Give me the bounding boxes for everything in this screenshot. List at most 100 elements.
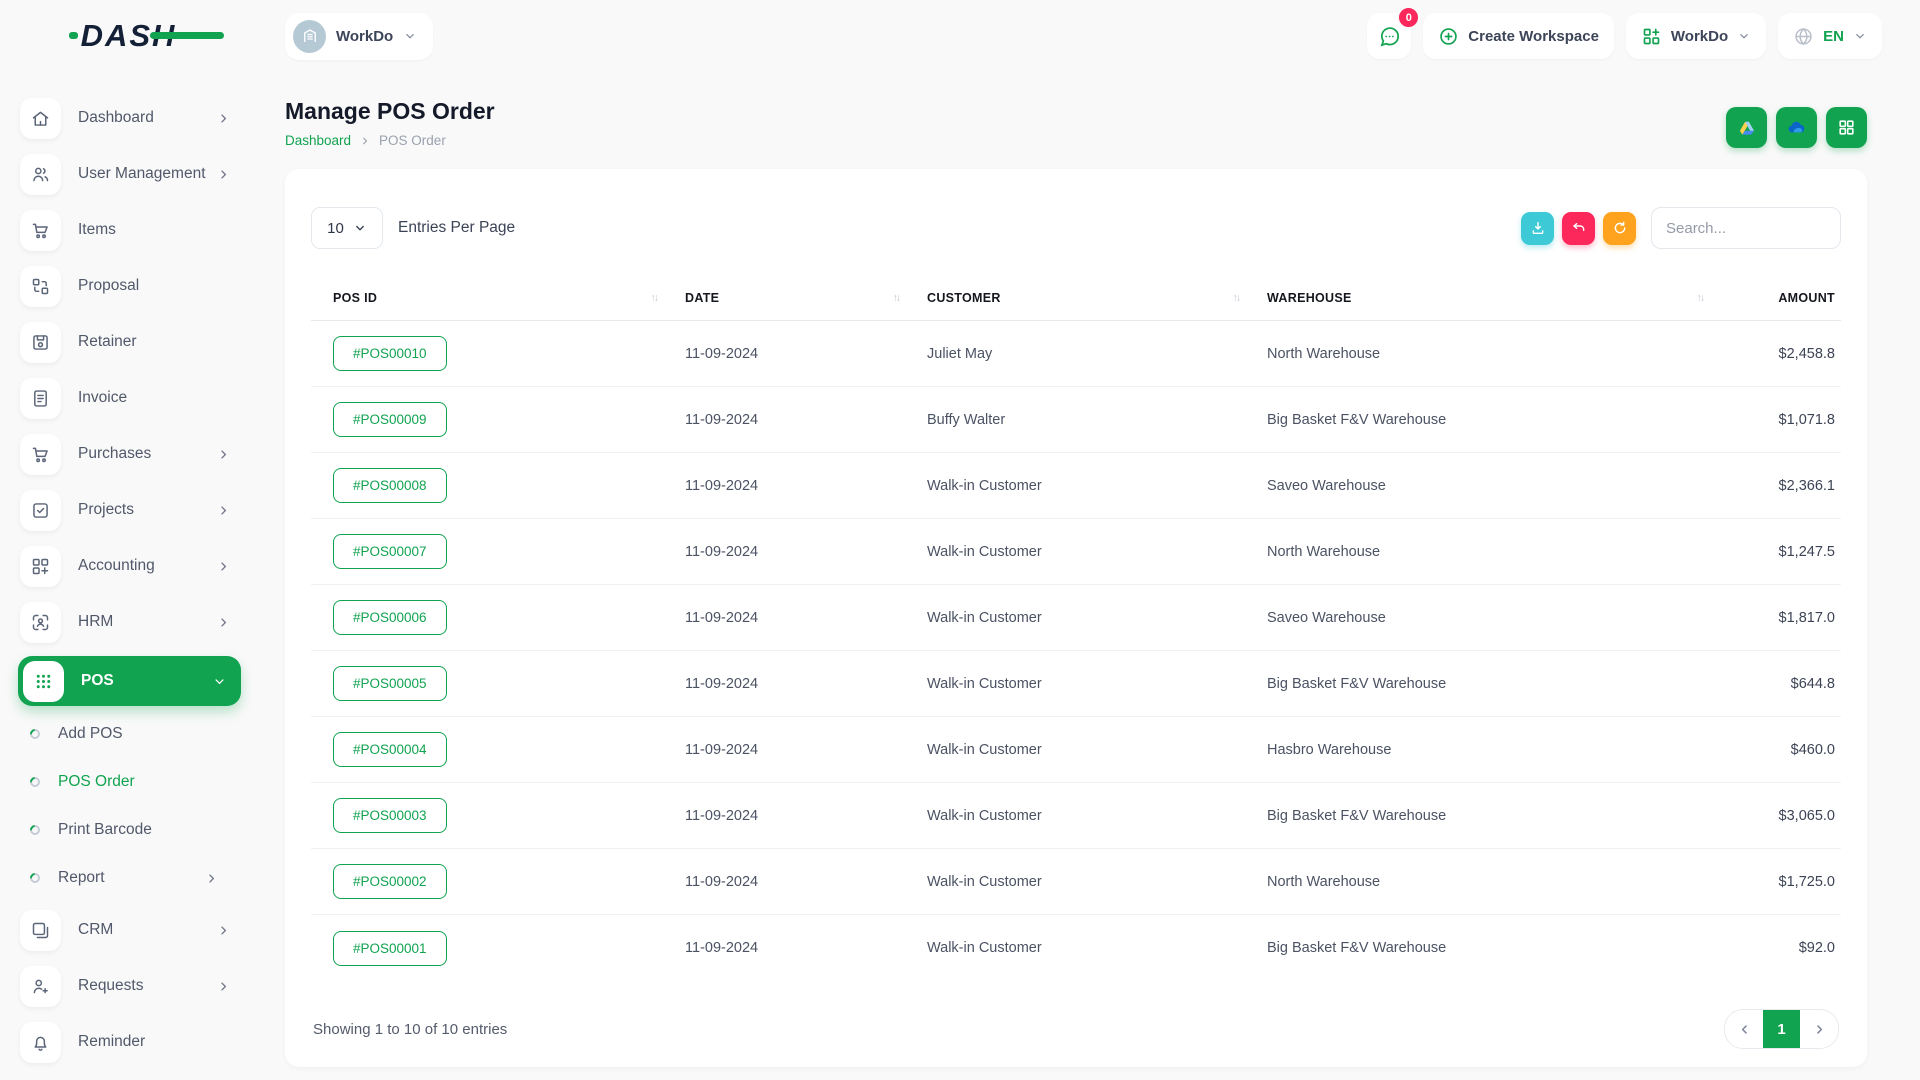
sidebar-item-purchases[interactable]: Purchases <box>18 432 241 476</box>
cell-warehouse: Hasbro Warehouse <box>1267 742 1731 758</box>
sidebar-item-label: User Management <box>78 165 216 183</box>
sidebar-subitem-print-barcode[interactable]: Print Barcode <box>30 812 241 848</box>
sidebar-item-dashboard[interactable]: Dashboard <box>18 96 241 140</box>
cell-date: 11-09-2024 <box>685 742 927 758</box>
pos-id-link[interactable]: #POS00008 <box>333 468 447 503</box>
cell-amount: $2,458.8 <box>1731 346 1841 362</box>
pos-id-link[interactable]: #POS00004 <box>333 732 447 767</box>
sidebar-item-label: Retainer <box>78 333 231 351</box>
cell-amount: $1,817.0 <box>1731 610 1841 626</box>
sidebar-subitem-add-pos[interactable]: Add POS <box>30 716 241 752</box>
sidebar-item-pos[interactable]: POS <box>18 656 241 706</box>
pagination-page-1[interactable]: 1 <box>1763 1010 1800 1048</box>
undo-icon <box>1571 220 1587 236</box>
sidebar-item-label: Purchases <box>78 445 216 463</box>
app-logo[interactable]: DASH <box>81 18 177 54</box>
onedrive-button[interactable] <box>1776 107 1817 148</box>
sort-icon[interactable]: ↑↓ <box>893 292 900 304</box>
refresh-button[interactable] <box>1603 212 1636 245</box>
cell-amount: $92.0 <box>1731 940 1841 956</box>
chevron-right-icon <box>216 615 231 630</box>
sidebar-item-projects[interactable]: Projects <box>18 488 241 532</box>
sidebar-item-accounting[interactable]: Accounting <box>18 544 241 588</box>
search-input[interactable] <box>1651 207 1841 249</box>
sidebar-item-retainer[interactable]: Retainer <box>18 320 241 364</box>
sidebar: Dashboard User Management Items Proposal Ret… <box>0 72 257 1080</box>
sidebar-item-label: Reminder <box>78 1033 231 1051</box>
sidebar-subitem-pos-order[interactable]: POS Order <box>30 764 241 800</box>
workspace-avatar <box>293 20 326 53</box>
grid-view-button[interactable] <box>1826 107 1867 148</box>
page-title: Manage POS Order <box>285 98 495 125</box>
table-header-row: POS ID ↑↓ DATE ↑↓ CUSTOMER ↑↓ WAREHOUSE … <box>311 275 1841 321</box>
pos-id-link[interactable]: #POS00007 <box>333 534 447 569</box>
pos-id-link[interactable]: #POS00003 <box>333 798 447 833</box>
chevron-left-icon <box>1737 1022 1752 1037</box>
language-selector[interactable]: EN <box>1778 13 1882 59</box>
create-workspace-button[interactable]: Create Workspace <box>1423 13 1614 59</box>
column-header-pos-id[interactable]: POS ID ↑↓ <box>311 291 685 305</box>
cell-amount: $644.8 <box>1731 676 1841 692</box>
cell-amount: $2,366.1 <box>1731 478 1841 494</box>
sidebar-item-requests[interactable]: Requests <box>18 964 241 1008</box>
google-drive-icon <box>1737 118 1757 138</box>
google-drive-button[interactable] <box>1726 107 1767 148</box>
breadcrumb-current: POS Order <box>379 133 446 148</box>
undo-button[interactable] <box>1562 212 1595 245</box>
sidebar-item-invoice[interactable]: Invoice <box>18 376 241 420</box>
bullet-ring-icon <box>28 823 42 837</box>
workspace-selector[interactable]: WorkDo <box>285 13 433 60</box>
breadcrumb-dashboard-link[interactable]: Dashboard <box>285 133 351 148</box>
column-header-amount[interactable]: AMOUNT <box>1731 291 1841 305</box>
sidebar-nav: Dashboard User Management Items Proposal Ret… <box>18 96 241 1064</box>
cell-customer: Juliet May <box>927 346 1267 362</box>
chevron-right-icon <box>216 167 231 182</box>
column-header-customer[interactable]: CUSTOMER ↑↓ <box>927 291 1267 305</box>
cell-warehouse: North Warehouse <box>1267 544 1731 560</box>
cell-customer: Walk-in Customer <box>927 544 1267 560</box>
pos-id-link[interactable]: #POS00009 <box>333 402 447 437</box>
cell-customer: Walk-in Customer <box>927 808 1267 824</box>
sidebar-item-label: Proposal <box>78 277 231 295</box>
onedrive-icon <box>1786 117 1807 138</box>
sidebar-subitem-report[interactable]: Report <box>30 860 241 896</box>
pos-id-link[interactable]: #POS00010 <box>333 336 447 371</box>
cell-date: 11-09-2024 <box>685 478 927 494</box>
sidebar-item-user-management[interactable]: User Management <box>18 152 241 196</box>
sidebar-item-crm[interactable]: CRM <box>18 908 241 952</box>
sidebar-subitem-label: Report <box>58 869 204 887</box>
sidebar-item-hrm[interactable]: HRM <box>18 600 241 644</box>
pos-id-link[interactable]: #POS00001 <box>333 931 447 966</box>
chevron-right-icon <box>1812 1022 1827 1037</box>
cell-date: 11-09-2024 <box>685 874 927 890</box>
column-header-date[interactable]: DATE ↑↓ <box>685 291 927 305</box>
entries-per-page-select[interactable]: 10 <box>311 207 383 249</box>
sidebar-item-items[interactable]: Items <box>18 208 241 252</box>
export-download-button[interactable] <box>1521 212 1554 245</box>
workspace-menu-button[interactable]: WorkDo <box>1626 13 1766 59</box>
pagination-next-button[interactable] <box>1800 1010 1838 1048</box>
sidebar-item-proposal[interactable]: Proposal <box>18 264 241 308</box>
logo-container: DASH <box>0 18 257 54</box>
page-header: Manage POS Order Dashboard POS Order <box>285 98 1867 148</box>
table-row: #POS0000711-09-2024Walk-in CustomerNorth… <box>311 519 1841 585</box>
pos-id-link[interactable]: #POS00006 <box>333 600 447 635</box>
pagination-prev-button[interactable] <box>1725 1010 1763 1048</box>
workspace-menu-label: WorkDo <box>1671 28 1728 45</box>
cell-amount: $3,065.0 <box>1731 808 1841 824</box>
sort-icon[interactable]: ↑↓ <box>651 292 658 304</box>
messages-button[interactable]: 0 <box>1367 13 1411 59</box>
crm-icon <box>20 910 61 951</box>
pos-id-link[interactable]: #POS00005 <box>333 666 447 701</box>
column-header-warehouse[interactable]: WAREHOUSE ↑↓ <box>1267 291 1731 305</box>
chevron-right-icon <box>216 979 231 994</box>
sort-icon[interactable]: ↑↓ <box>1697 292 1704 304</box>
pos-id-link[interactable]: #POS00002 <box>333 864 447 899</box>
pos-order-table: POS ID ↑↓ DATE ↑↓ CUSTOMER ↑↓ WAREHOUSE … <box>311 275 1841 981</box>
sort-icon[interactable]: ↑↓ <box>1233 292 1240 304</box>
cell-warehouse: Big Basket F&V Warehouse <box>1267 676 1731 692</box>
sidebar-item-reminder[interactable]: Reminder <box>18 1020 241 1064</box>
chevron-down-icon <box>1853 29 1867 43</box>
chevron-down-icon <box>353 221 367 235</box>
bell-icon <box>20 1022 61 1063</box>
